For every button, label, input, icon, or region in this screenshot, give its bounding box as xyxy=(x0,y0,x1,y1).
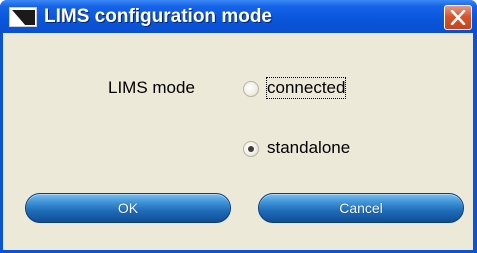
dialog-body: LIMS mode connected standalone OK Cancel xyxy=(3,33,473,250)
window-frame-right xyxy=(473,33,477,253)
close-button[interactable] xyxy=(444,5,472,30)
radio-standalone-label[interactable]: standalone xyxy=(267,138,350,158)
radio-connected[interactable] xyxy=(243,81,259,97)
title-bar[interactable]: LIMS configuration mode xyxy=(0,0,477,33)
radio-standalone[interactable] xyxy=(243,141,259,157)
lims-mode-label: LIMS mode xyxy=(108,78,195,97)
window-icon xyxy=(9,7,37,27)
dialog-title: LIMS configuration mode xyxy=(44,6,272,27)
radio-connected-label[interactable]: connected xyxy=(265,77,347,99)
ok-button[interactable]: OK xyxy=(25,193,231,223)
cancel-button[interactable]: Cancel xyxy=(258,193,464,223)
radio-selected-dot xyxy=(248,146,254,152)
dialog-window: LIMS configuration mode LIMS mode connec… xyxy=(0,0,477,253)
close-icon xyxy=(450,10,466,25)
